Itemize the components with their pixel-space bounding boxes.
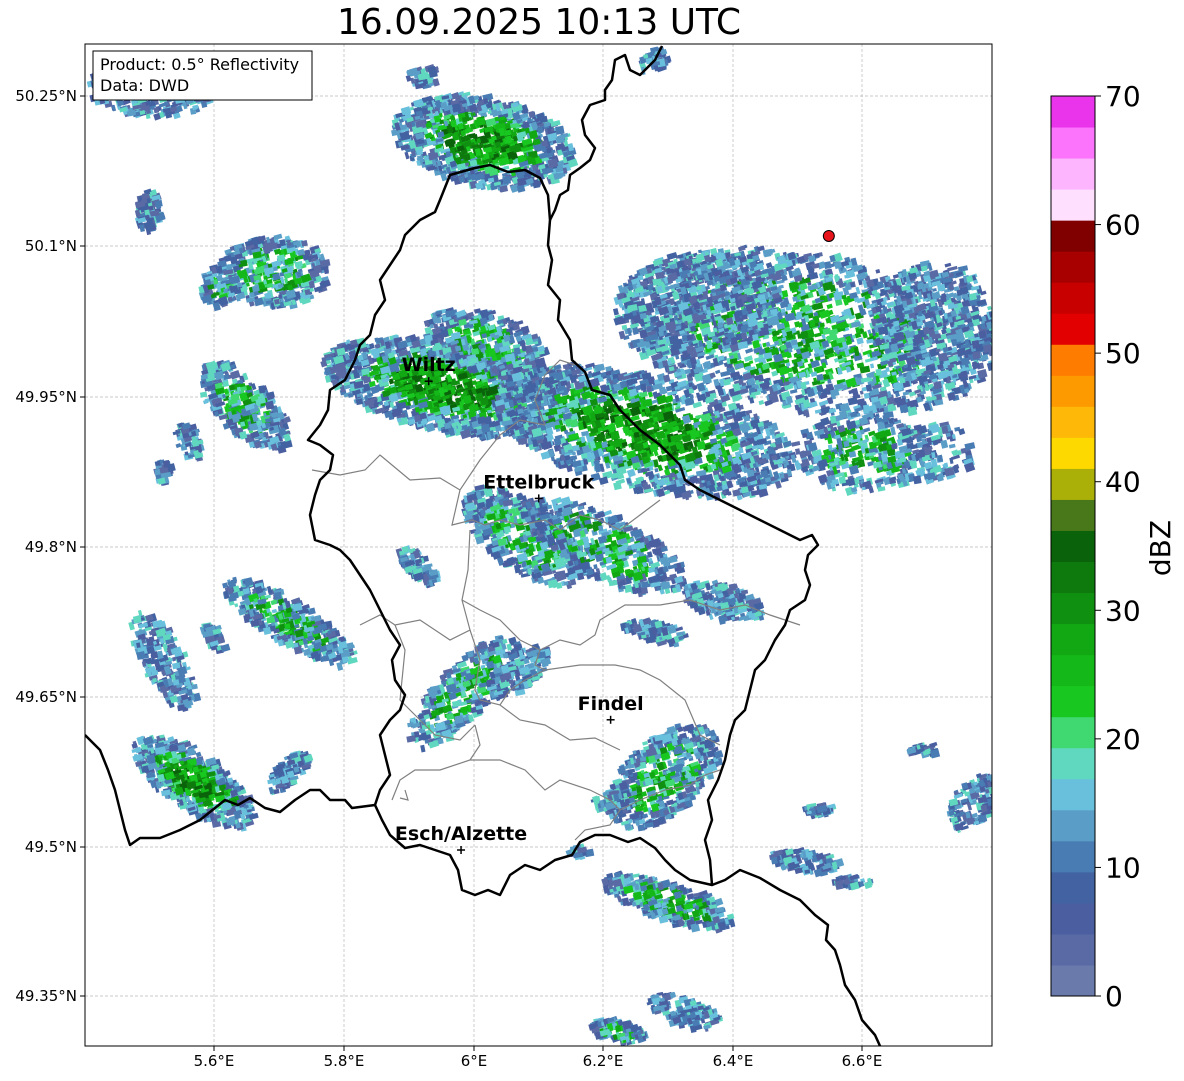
- info-product: Product: 0.5° Reflectivity: [100, 55, 299, 74]
- colorbar-swatch: [1051, 933, 1095, 966]
- lon-tick-label: 5.8°E: [324, 1052, 365, 1070]
- colorbar-swatch: [1051, 716, 1095, 749]
- colorbar-swatch: [1051, 127, 1095, 159]
- colorbar-swatch: [1051, 685, 1095, 718]
- colorbar-swatch: [1051, 840, 1095, 873]
- colorbar-swatch: [1051, 623, 1095, 656]
- colorbar-swatch: [1051, 313, 1095, 345]
- lon-tick-label: 5.6°E: [194, 1052, 235, 1070]
- lat-tick-label: 50.1°N: [25, 237, 77, 255]
- city-label: Wiltz: [402, 354, 456, 376]
- lon-tick-label: 6.2°E: [583, 1052, 624, 1070]
- colorbar-swatch: [1051, 809, 1095, 842]
- colorbar-tick-label: 20: [1105, 723, 1141, 756]
- city-label: Findel: [578, 693, 644, 715]
- colorbar-label: dBZ: [1144, 520, 1177, 576]
- colorbar-tick-label: 60: [1105, 209, 1141, 242]
- colorbar-swatch: [1051, 468, 1095, 500]
- colorbar-swatch: [1051, 375, 1095, 407]
- colorbar-swatch: [1051, 189, 1095, 221]
- colorbar-tick-label: 30: [1105, 594, 1141, 627]
- colorbar-swatch: [1051, 499, 1095, 531]
- lat-tick-label: 49.65°N: [15, 688, 77, 706]
- colorbar-swatch: [1051, 902, 1095, 935]
- colorbar-tick-label: 10: [1105, 851, 1141, 884]
- info-box: Product: 0.5° Reflectivity Data: DWD: [92, 50, 313, 101]
- colorbar-tick-label: 0: [1105, 980, 1123, 1013]
- colorbar-swatch: [1051, 282, 1095, 314]
- info-data-source: Data: DWD: [100, 76, 189, 95]
- lat-tick-label: 49.8°N: [25, 538, 77, 556]
- colorbar-swatch: [1051, 964, 1095, 997]
- lat-tick-label: 50.25°N: [15, 87, 77, 105]
- colorbar-swatch: [1051, 747, 1095, 780]
- longitude-ticks: 5.6°E 5.8°E 6°E 6.2°E 6.4°E 6.6°E: [194, 1046, 883, 1070]
- colorbar-swatch: [1051, 220, 1095, 252]
- colorbar-swatch: [1051, 592, 1095, 625]
- lat-tick-label: 49.5°N: [25, 838, 77, 856]
- colorbar-swatch: [1051, 437, 1095, 469]
- lat-tick-label: 49.95°N: [15, 388, 77, 406]
- city-label: Esch/Alzette: [395, 823, 527, 845]
- colorbar-swatch: [1051, 654, 1095, 687]
- city-label: Ettelbruck: [483, 471, 594, 493]
- lon-tick-label: 6.4°E: [713, 1052, 754, 1070]
- colorbar-swatch: [1051, 406, 1095, 438]
- radar-site-marker: [822, 229, 835, 242]
- colorbar-swatch: [1051, 778, 1095, 811]
- colorbar-swatch: [1051, 530, 1095, 563]
- colorbar-tick-label: 40: [1105, 466, 1141, 499]
- colorbar-tick-label: 50: [1105, 337, 1141, 370]
- colorbar-swatch: [1051, 871, 1095, 904]
- lon-tick-label: 6°E: [461, 1052, 488, 1070]
- lat-tick-label: 49.35°N: [15, 987, 77, 1005]
- colorbar-swatch: [1051, 251, 1095, 283]
- lon-tick-label: 6.6°E: [842, 1052, 883, 1070]
- latitude-ticks: 50.25°N 50.1°N 49.95°N 49.8°N 49.65°N 49.5°N 4…: [15, 87, 85, 1005]
- colorbar-swatch: [1051, 561, 1095, 594]
- colorbar-swatch: [1051, 344, 1095, 376]
- colorbar-swatch: [1051, 96, 1095, 128]
- colorbar: 0 10 20 30 40 50 60 70 dBZ: [1050, 80, 1177, 1013]
- radar-map: Wiltz Ettelbruck Findel Esch/Alzette Produc…: [15, 43, 1177, 1070]
- colorbar-tick-label: 70: [1105, 80, 1141, 113]
- colorbar-swatch: [1051, 158, 1095, 190]
